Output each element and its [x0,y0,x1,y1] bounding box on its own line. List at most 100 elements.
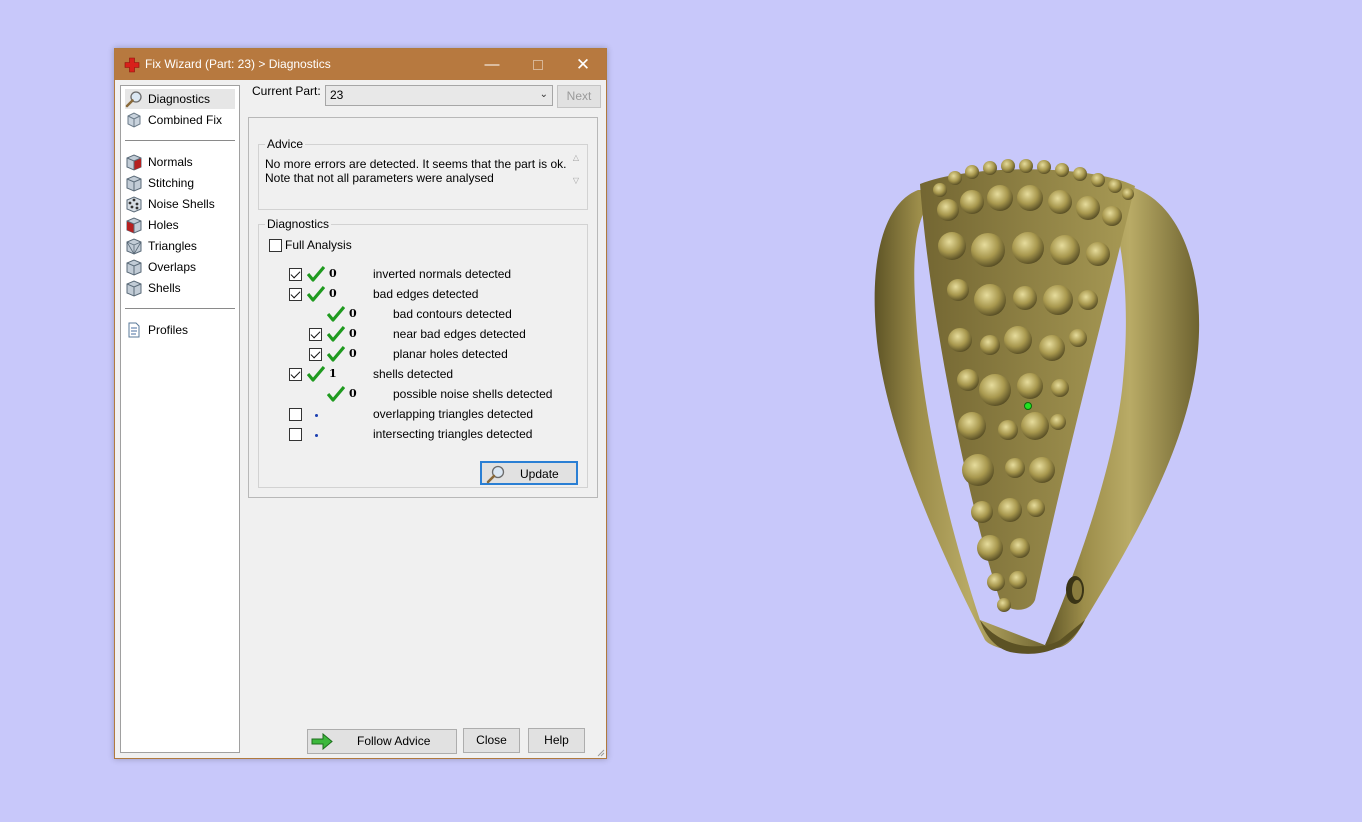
diag-checkbox-planar-holes[interactable] [309,348,322,361]
diag-label: planar holes detected [393,347,508,361]
scroll-down-icon[interactable]: ▽ [569,176,583,185]
diag-count: 1 [329,367,337,380]
magnifier-icon [125,91,142,108]
combined-fix-icon [127,112,141,128]
current-part-select[interactable]: 23 ⌄ [325,85,553,106]
profiles-document-icon [128,322,140,338]
magnifier-icon [486,465,505,484]
green-check-icon [307,286,325,302]
nav-label: Shells [148,281,181,295]
follow-advice-label: Follow Advice [357,734,431,748]
selection-marker-icon [1024,402,1032,410]
ring-3d-model[interactable] [860,150,1210,660]
green-check-icon [327,326,345,342]
minimize-button[interactable]: — [469,49,515,80]
diag-label: inverted normals detected [373,267,512,281]
green-check-icon [307,266,325,282]
maximize-button[interactable] [515,49,561,80]
full-analysis-checkbox[interactable] [269,239,282,252]
close-button[interactable]: Close [463,728,520,753]
nav-item-holes[interactable]: Holes [125,215,235,235]
nav-label: Normals [148,155,193,169]
nav-label: Holes [148,218,179,232]
holes-cube-icon [126,217,142,234]
nav-label: Overlaps [148,260,197,274]
diag-checkbox-near-bad-edges[interactable] [309,328,322,341]
diag-count: 0 [349,307,357,320]
nav-divider [125,140,235,141]
wizard-nav: Diagnostics Combined Fix Normals Stitchi… [120,85,240,753]
diagnostics-group: Diagnostics Full Analysis 0 inverted nor… [258,217,588,488]
update-label: Update [520,467,559,481]
close-window-button[interactable]: ✕ [560,49,606,80]
diag-checkbox-inverted-normals[interactable] [289,268,302,281]
nav-label: Triangles [148,239,197,253]
diag-label: overlapping triangles detected [373,407,534,421]
diag-label: intersecting triangles detected [373,427,533,441]
green-arrow-right-icon [311,733,333,750]
blue-dot-icon [315,434,318,437]
red-cross-icon [124,57,140,73]
scroll-up-icon[interactable]: △ [569,153,583,162]
nav-label: Profiles [148,323,189,337]
full-analysis-label: Full Analysis [285,238,352,252]
diag-checkbox-bad-edges[interactable] [289,288,302,301]
green-check-icon [307,366,325,382]
diag-count: 0 [349,327,357,340]
diag-checkbox-intersecting-triangles[interactable] [289,428,302,441]
current-part-value: 23 [330,88,344,102]
nav-label: Noise Shells [148,197,215,211]
follow-advice-button[interactable]: Follow Advice [307,729,457,754]
advice-line-2: Note that not all parameters were analys… [265,171,494,185]
advice-text: No more errors are detected. It seems th… [265,157,581,209]
diagnostics-panel: Advice No more errors are detected. It s… [248,117,598,498]
diag-checkbox-overlapping-triangles[interactable] [289,408,302,421]
nav-item-stitching[interactable]: Stitching [125,173,235,193]
normals-cube-icon [126,154,142,171]
nav-item-overlaps[interactable]: Overlaps [125,257,235,277]
next-button[interactable]: Next [557,85,601,108]
diag-count: 0 [329,267,337,280]
current-part-label: Current Part: [252,84,321,98]
triangles-cube-icon [126,238,142,255]
maximize-icon [533,60,543,71]
green-check-icon [327,386,345,402]
diag-label: possible noise shells detected [393,387,553,401]
stitching-cube-icon [126,175,142,192]
advice-group: Advice No more errors are detected. It s… [258,137,588,210]
nav-item-combined-fix[interactable]: Combined Fix [125,110,235,130]
update-button[interactable]: Update [480,461,578,485]
advice-line-1: No more errors are detected. It seems th… [265,157,567,171]
advice-scrollbar[interactable]: △ ▽ [569,153,583,201]
diag-label: shells detected [373,367,454,381]
nav-label: Stitching [148,176,195,190]
nav-divider [125,308,235,309]
fix-wizard-window: Fix Wizard (Part: 23) > Diagnostics — ✕ … [114,48,607,759]
green-check-icon [327,306,345,322]
diag-label: bad edges detected [373,287,479,301]
nav-item-shells[interactable]: Shells [125,278,235,298]
chevron-down-icon: ⌄ [539,89,548,100]
nav-item-normals[interactable]: Normals [125,152,235,172]
shells-cube-icon [126,280,142,297]
diag-count: 0 [349,387,357,400]
title-bar[interactable]: Fix Wizard (Part: 23) > Diagnostics — ✕ [115,49,606,80]
noise-shells-icon [126,196,142,213]
window-title: Fix Wizard (Part: 23) > Diagnostics [145,57,331,71]
diag-label: bad contours detected [393,307,512,321]
blue-dot-icon [315,414,318,417]
diagnostics-title: Diagnostics [265,217,332,231]
nav-item-noise-shells[interactable]: Noise Shells [125,194,235,214]
advice-title: Advice [265,137,306,151]
overlaps-cube-icon [126,259,142,276]
diag-checkbox-shells[interactable] [289,368,302,381]
diag-label: near bad edges detected [393,327,526,341]
nav-item-profiles[interactable]: Profiles [125,320,235,340]
nav-item-diagnostics[interactable]: Diagnostics [125,89,235,109]
help-button[interactable]: Help [528,728,585,753]
nav-item-triangles[interactable]: Triangles [125,236,235,256]
green-check-icon [327,346,345,362]
nav-label: Diagnostics [148,92,211,106]
resize-grip-icon[interactable] [595,747,605,757]
diag-count: 0 [329,287,337,300]
